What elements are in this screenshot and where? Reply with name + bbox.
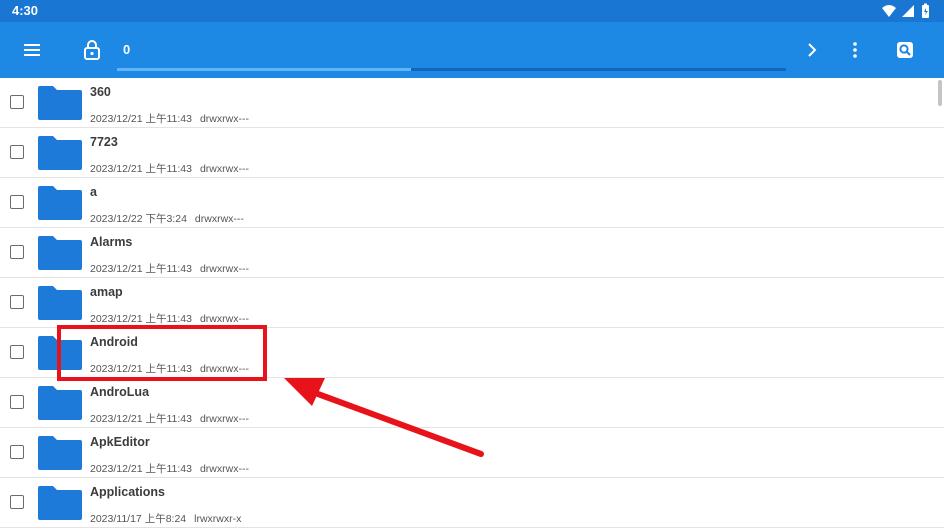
file-permissions: lrwxrwxr-x bbox=[194, 513, 242, 525]
file-row-applications[interactable]: Applications 2023/11/17 上午8:24 lrwxrwxr-x bbox=[0, 478, 944, 528]
status-time: 4:30 bbox=[12, 3, 39, 18]
file-name: Alarms bbox=[90, 235, 133, 249]
status-bar: 4:30 bbox=[0, 0, 944, 22]
search-icon[interactable] bbox=[893, 38, 917, 62]
folder-icon bbox=[38, 236, 82, 270]
folder-icon bbox=[38, 336, 82, 370]
row-checkbox[interactable] bbox=[10, 445, 24, 459]
file-meta: 2023/12/21 上午11:43 drwxrwx--- bbox=[90, 111, 249, 126]
menu-icon[interactable] bbox=[20, 38, 44, 62]
file-permissions: drwxrwx--- bbox=[199, 463, 249, 475]
file-date: 2023/12/21 上午11:43 bbox=[90, 463, 192, 475]
row-checkbox[interactable] bbox=[10, 245, 24, 259]
row-checkbox[interactable] bbox=[10, 395, 24, 409]
file-date: 2023/12/21 上午11:43 bbox=[90, 113, 192, 125]
folder-icon bbox=[38, 186, 82, 220]
file-meta: 2023/12/21 上午11:43 drwxrwx--- bbox=[90, 461, 249, 476]
file-name: amap bbox=[90, 285, 123, 299]
list-scrollbar[interactable] bbox=[938, 80, 942, 106]
file-date: 2023/12/21 上午11:43 bbox=[90, 363, 192, 375]
file-meta: 2023/12/21 上午11:43 drwxrwx--- bbox=[90, 411, 249, 426]
status-icons bbox=[882, 3, 929, 18]
row-checkbox[interactable] bbox=[10, 345, 24, 359]
file-meta: 2023/12/21 上午11:43 drwxrwx--- bbox=[90, 311, 249, 326]
file-permissions: drwxrwx--- bbox=[199, 113, 249, 125]
selected-count: 0 bbox=[123, 42, 131, 57]
file-meta: 2023/12/21 上午11:43 drwxrwx--- bbox=[90, 361, 249, 376]
scan-progress-fill bbox=[117, 68, 412, 71]
folder-icon bbox=[38, 136, 82, 170]
more-vert-icon[interactable] bbox=[843, 38, 867, 62]
folder-icon bbox=[38, 386, 82, 420]
file-name: Applications bbox=[90, 485, 166, 499]
file-date: 2023/12/21 上午11:43 bbox=[90, 413, 192, 425]
folder-icon bbox=[38, 486, 82, 520]
file-name: AndroLua bbox=[90, 385, 150, 399]
wifi-icon bbox=[882, 5, 896, 17]
folder-icon bbox=[38, 436, 82, 470]
toolbar: 0 bbox=[0, 22, 944, 78]
file-meta: 2023/12/21 上午11:43 drwxrwx--- bbox=[90, 261, 249, 276]
scan-progress-bar bbox=[117, 68, 786, 71]
signal-icon bbox=[902, 5, 914, 17]
file-permissions: drwxrwx--- bbox=[199, 163, 249, 175]
file-date: 2023/12/21 上午11:43 bbox=[90, 163, 192, 175]
folder-icon bbox=[38, 286, 82, 320]
file-permissions: drwxrwx--- bbox=[199, 263, 249, 275]
file-permissions: drwxrwx--- bbox=[199, 313, 249, 325]
file-row-apkeditor[interactable]: ApkEditor 2023/12/21 上午11:43 drwxrwx--- bbox=[0, 428, 944, 478]
file-row-alarms[interactable]: Alarms 2023/12/21 上午11:43 drwxrwx--- bbox=[0, 228, 944, 278]
file-permissions: drwxrwx--- bbox=[199, 363, 249, 375]
file-row-amap[interactable]: amap 2023/12/21 上午11:43 drwxrwx--- bbox=[0, 278, 944, 328]
file-date: 2023/12/21 上午11:43 bbox=[90, 263, 192, 275]
file-meta: 2023/12/21 上午11:43 drwxrwx--- bbox=[90, 161, 249, 176]
file-name: ApkEditor bbox=[90, 435, 150, 449]
chevron-right-icon[interactable] bbox=[800, 38, 824, 62]
file-row-android[interactable]: Android 2023/12/21 上午11:43 drwxrwx--- bbox=[0, 328, 944, 378]
lock-icon[interactable] bbox=[80, 38, 104, 62]
file-name: 360 bbox=[90, 85, 111, 99]
file-list: 360 2023/12/21 上午11:43 drwxrwx--- 7723 20… bbox=[0, 78, 944, 531]
file-row-360[interactable]: 360 2023/12/21 上午11:43 drwxrwx--- bbox=[0, 78, 944, 128]
file-permissions: drwxrwx--- bbox=[194, 213, 244, 225]
row-checkbox[interactable] bbox=[10, 145, 24, 159]
file-row-7723[interactable]: 7723 2023/12/21 上午11:43 drwxrwx--- bbox=[0, 128, 944, 178]
file-date: 2023/12/22 下午3:24 bbox=[90, 213, 187, 225]
battery-icon bbox=[922, 3, 929, 18]
row-checkbox[interactable] bbox=[10, 195, 24, 209]
file-name: 7723 bbox=[90, 135, 118, 149]
file-meta: 2023/12/22 下午3:24 drwxrwx--- bbox=[90, 211, 244, 226]
row-checkbox[interactable] bbox=[10, 295, 24, 309]
file-row-a[interactable]: a 2023/12/22 下午3:24 drwxrwx--- bbox=[0, 178, 944, 228]
file-meta: 2023/11/17 上午8:24 lrwxrwxr-x bbox=[90, 511, 241, 526]
file-row-androlua[interactable]: AndroLua 2023/12/21 上午11:43 drwxrwx--- bbox=[0, 378, 944, 428]
row-checkbox[interactable] bbox=[10, 495, 24, 509]
file-name: Android bbox=[90, 335, 138, 349]
file-permissions: drwxrwx--- bbox=[199, 413, 249, 425]
row-checkbox[interactable] bbox=[10, 95, 24, 109]
file-date: 2023/11/17 上午8:24 bbox=[90, 513, 187, 525]
folder-icon bbox=[38, 86, 82, 120]
file-date: 2023/12/21 上午11:43 bbox=[90, 313, 192, 325]
file-name: a bbox=[90, 185, 97, 199]
